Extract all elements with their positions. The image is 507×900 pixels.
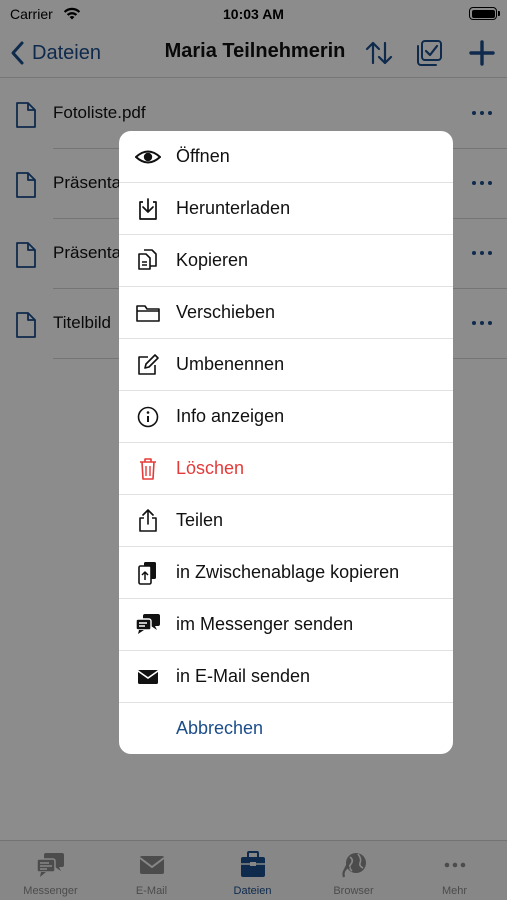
share-icon: [139, 509, 157, 532]
edit-icon: [138, 354, 159, 375]
menu-item-download[interactable]: Herunterladen: [119, 183, 453, 235]
menu-item-messenger[interactable]: im Messenger senden: [119, 599, 453, 651]
menu-item-label: Herunterladen: [176, 198, 291, 218]
menu-item-email[interactable]: in E-Mail senden: [119, 651, 453, 703]
menu-item-rename[interactable]: Umbenennen: [119, 339, 453, 391]
menu-item-label: im Messenger senden: [176, 614, 354, 634]
menu-item-move[interactable]: Verschieben: [119, 287, 453, 339]
messenger-icon: [135, 614, 160, 634]
copy-icon: [138, 249, 157, 270]
menu-item-label: Verschieben: [176, 302, 276, 322]
menu-item-label: Info anzeigen: [176, 406, 285, 426]
cancel-button-label: Abbrechen: [176, 718, 264, 738]
menu-item-label: Öffnen: [176, 146, 230, 166]
menu-item-share[interactable]: Teilen: [119, 495, 453, 547]
menu-item-label: in E-Mail senden: [176, 666, 311, 686]
eye-icon: [135, 150, 161, 164]
file-action-menu: Öffnen Herunterladen Kopieren Verschiebe…: [119, 131, 453, 754]
menu-item-label: Kopieren: [176, 250, 249, 270]
menu-item-open[interactable]: Öffnen: [119, 131, 453, 183]
info-icon: [137, 406, 159, 428]
menu-item-info[interactable]: Info anzeigen: [119, 391, 453, 443]
menu-item-copy[interactable]: Kopieren: [119, 235, 453, 287]
menu-item-delete[interactable]: Löschen: [119, 443, 453, 495]
menu-item-label: in Zwischenablage kopieren: [176, 562, 400, 582]
menu-item-label: Umbenennen: [176, 354, 285, 374]
menu-item-label: Teilen: [176, 510, 224, 530]
menu-item-clipboard[interactable]: in Zwischenablage kopieren: [119, 547, 453, 599]
trash-icon: [140, 458, 156, 480]
cancel-button[interactable]: Abbrechen: [119, 703, 453, 754]
folder-icon: [136, 305, 160, 322]
menu-item-label: Löschen: [176, 458, 245, 478]
mail-icon: [137, 670, 159, 684]
clipboard-icon: [138, 562, 156, 585]
download-icon: [139, 198, 157, 220]
